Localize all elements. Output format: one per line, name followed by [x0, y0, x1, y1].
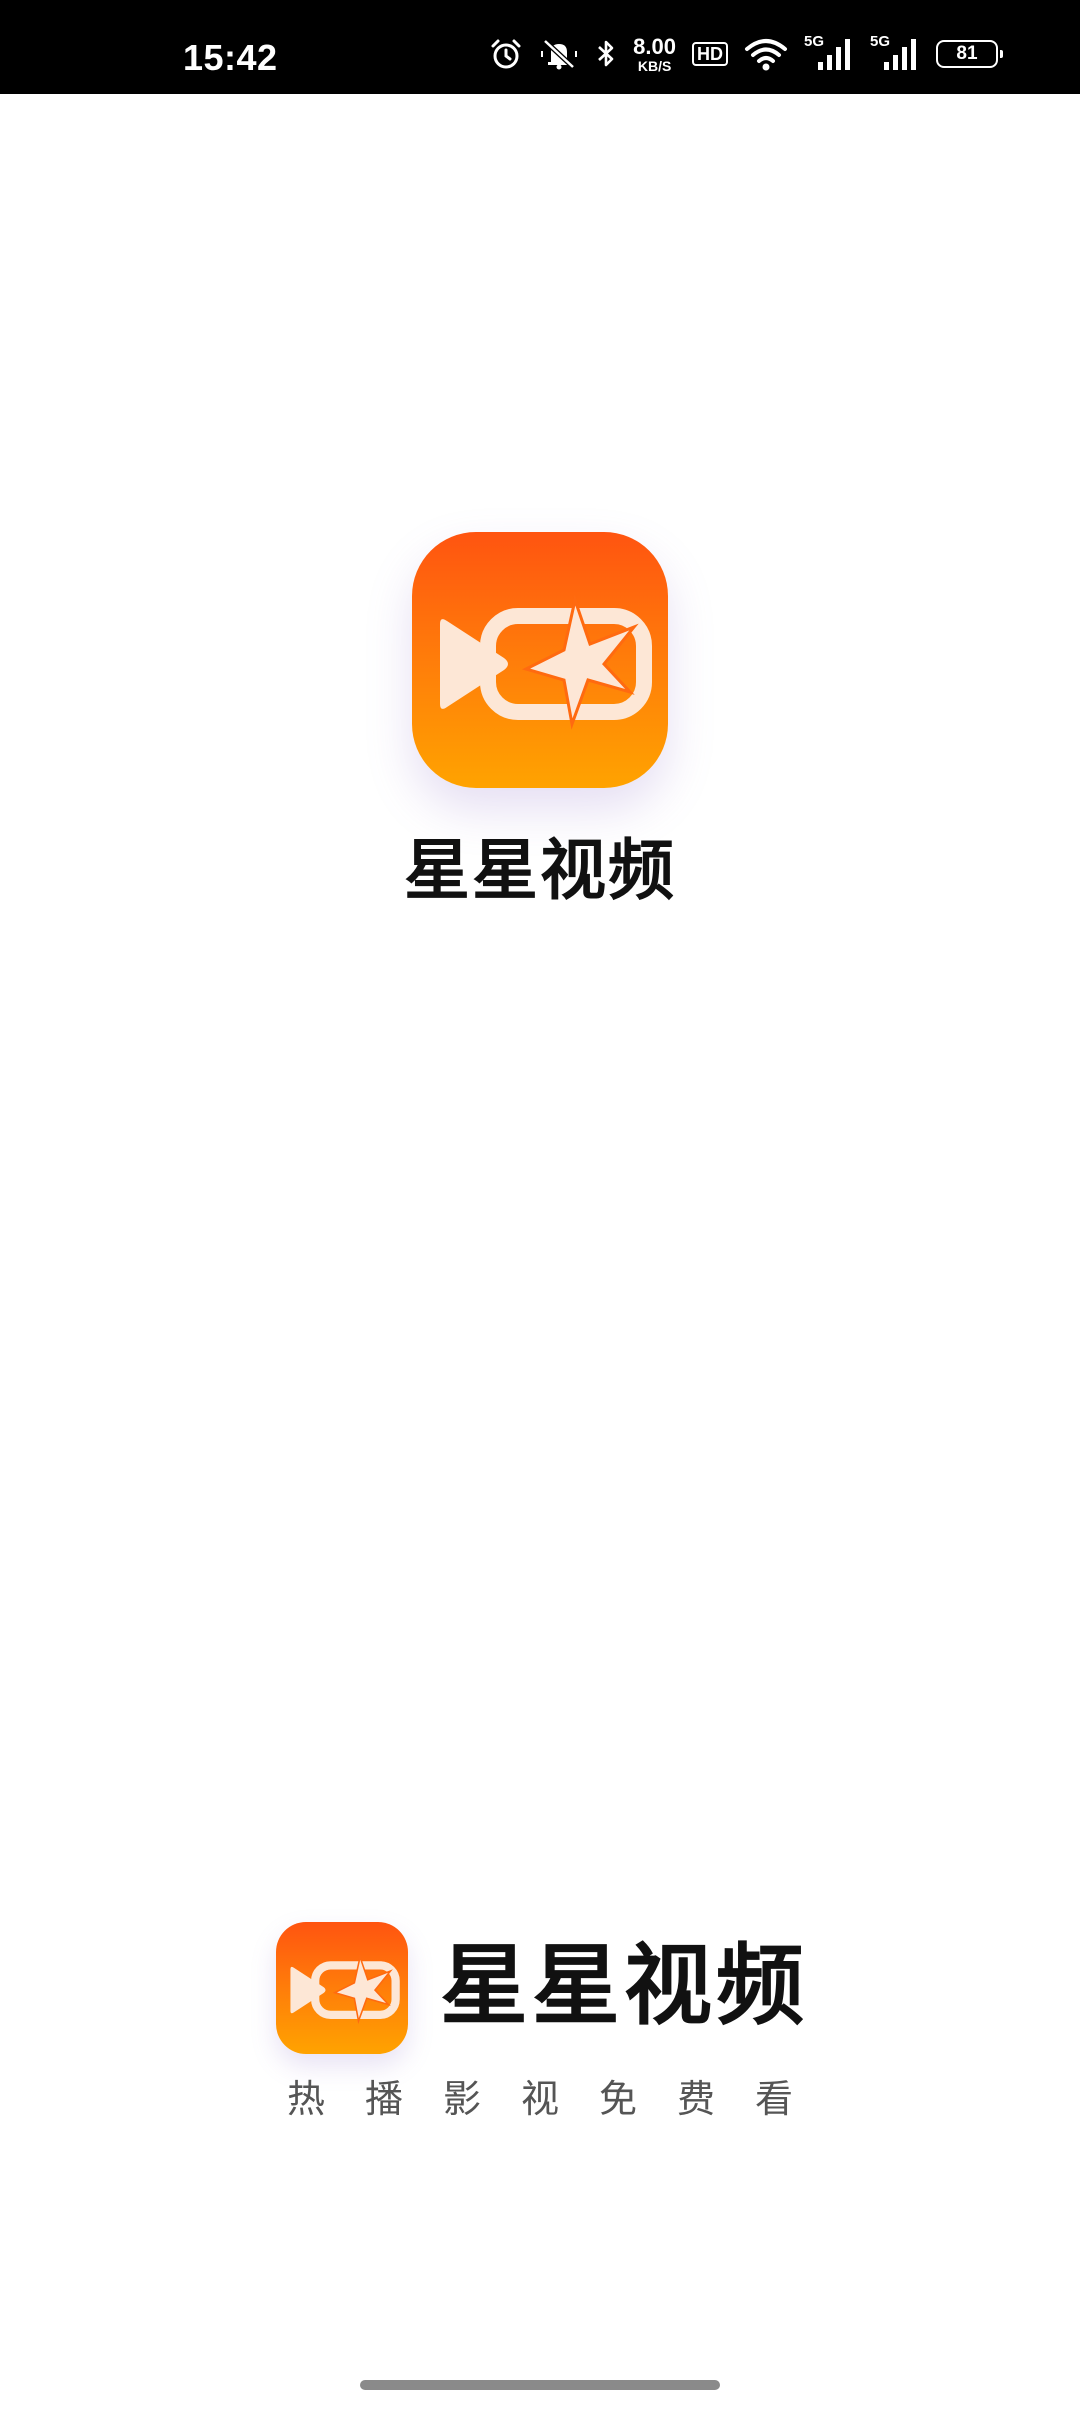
slogan: 热播影视免费看 — [286, 2077, 833, 2121]
hd-badge: HD — [692, 42, 728, 66]
home-indicator[interactable] — [360, 2380, 720, 2390]
signal-icon: 5G — [870, 34, 920, 74]
network-speed: 8.00 KB/S — [633, 33, 676, 74]
network-speed-value: 8.00 — [633, 33, 676, 59]
battery-level: 81 — [956, 43, 978, 64]
status-bar: 15:42 8.00 KB/S HD 5G 5G 81 — [0, 0, 1080, 94]
app-name-title: 星星视频 — [404, 832, 676, 909]
bluetooth-icon — [595, 37, 617, 71]
network-speed-unit: KB/S — [637, 57, 672, 74]
signal-icon: 5G — [804, 34, 854, 74]
app-logo-small-icon — [276, 1922, 408, 2054]
mute-icon — [539, 37, 579, 71]
status-time: 15:42 — [183, 37, 278, 78]
brand-name: 星星视频 — [440, 1934, 809, 2037]
status-icons: 8.00 KB/S HD 5G 5G 81 — [489, 34, 1004, 74]
splash-screen: 15:42 8.00 KB/S HD 5G 5G 81 星星视频 星星视频 热播… — [0, 0, 1080, 2412]
alarm-icon — [489, 37, 523, 71]
app-logo-icon — [412, 532, 668, 788]
battery-icon: 81 — [936, 40, 1003, 68]
bottom-brand: 星星视频 — [276, 1922, 816, 2072]
wifi-icon — [744, 37, 788, 71]
